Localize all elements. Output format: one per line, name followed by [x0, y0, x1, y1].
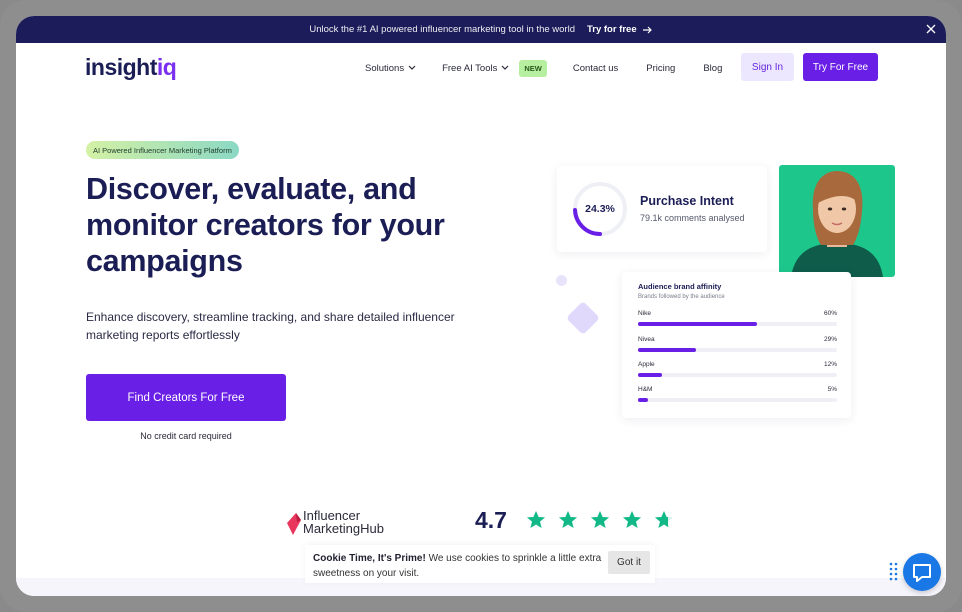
new-badge: NEW: [519, 59, 547, 77]
nav-item-label: Blog: [703, 62, 723, 74]
purchase-intent-ring: 24.3%: [571, 180, 629, 238]
browser-viewport: Unlock the #1 AI powered influencer mark…: [16, 16, 946, 596]
purchase-intent-title: Purchase Intent: [640, 194, 734, 208]
decorative-dot: [556, 275, 567, 286]
affinity-bar-fill: [638, 322, 758, 326]
star-icon: [559, 511, 577, 528]
brand-value: 60%: [823, 310, 837, 317]
star-icon: [591, 511, 609, 528]
star-icon: [623, 511, 641, 528]
brand-name: H&M: [638, 386, 653, 393]
announcement-bar: Unlock the #1 AI powered influencer mark…: [16, 16, 946, 43]
purchase-intent-subtitle: 79.1k comments analysed: [640, 213, 745, 223]
no-credit-card-note: No credit card required: [140, 431, 232, 441]
creator-photo: [779, 165, 895, 277]
star-icon: [527, 511, 545, 528]
logo-text-iq: iq: [156, 54, 177, 80]
nav-item-label: Contact us: [572, 62, 619, 74]
affinity-bar-fill: [638, 398, 648, 402]
brand-name: Nivea: [638, 336, 655, 343]
nav-item-pricing[interactable]: Pricing: [646, 63, 675, 74]
drag-handle-icon[interactable]: [889, 562, 899, 584]
chevron-down-icon: [408, 65, 416, 70]
sign-in-button[interactable]: Sign In: [741, 53, 794, 81]
decorative-diamond: [566, 301, 600, 335]
announcement-try-free-link[interactable]: Try for free: [587, 24, 653, 35]
platform-pill: AI Powered Influencer Marketing Platform: [86, 141, 239, 159]
brand-value: 5%: [827, 386, 837, 393]
nav-item-blog[interactable]: Blog: [703, 63, 722, 74]
brand-value: 12%: [823, 361, 837, 368]
arrow-right-icon: [642, 26, 652, 33]
find-creators-button[interactable]: Find Creators For Free: [86, 374, 286, 421]
close-icon[interactable]: [924, 22, 938, 36]
logo-text-insight: insight: [85, 54, 157, 80]
affinity-subtitle: Brands followed by the audience: [638, 294, 725, 300]
nav-item-label: Solutions: [365, 62, 405, 74]
purchase-intent-card: 24.3% Purchase Intent 79.1k comments ana…: [557, 166, 767, 252]
device-frame: Unlock the #1 AI powered influencer mark…: [0, 0, 962, 612]
nav-links: Solutions Free AI Tools NEW Contact us P…: [365, 43, 722, 93]
creator-portrait-icon: [791, 171, 883, 277]
imh-logo-icon: [287, 513, 301, 535]
imh-logo-line2: MarketingHub: [303, 521, 384, 536]
chat-widget-button[interactable]: [903, 553, 941, 591]
hero-subtext: Enhance discovery, streamline tracking, …: [86, 310, 455, 342]
affinity-bar-track: [638, 322, 837, 326]
affinity-row-hm: H&M 5%: [638, 386, 837, 406]
rating-score: 4.7: [475, 507, 507, 533]
brand-name: Nike: [638, 310, 652, 317]
affinity-title: Audience brand affinity: [638, 282, 722, 291]
influencer-marketinghub-logo: Influencer MarketingHub: [287, 508, 417, 538]
star-icon: [655, 511, 673, 528]
affinity-bar-fill: [638, 348, 696, 352]
cookie-text: Cookie Time, It's Prime! We use cookies …: [313, 551, 603, 581]
purchase-intent-percent: 24.3%: [585, 203, 615, 215]
cookie-banner: Cookie Time, It's Prime! We use cookies …: [305, 545, 655, 583]
chat-bubble-icon: [913, 564, 931, 582]
announcement-cta-label: Try for free: [586, 24, 637, 35]
rating-stars: [526, 510, 674, 530]
affinity-bar-fill: [638, 373, 662, 377]
affinity-row-apple: Apple 12%: [638, 361, 837, 381]
affinity-row-nike: Nike 60%: [638, 310, 837, 330]
affinity-bar-track: [638, 373, 837, 377]
main-nav: insightiq Solutions Free AI Tools NEW Co…: [16, 43, 946, 93]
nav-item-free-ai-tools[interactable]: Free AI Tools NEW: [442, 59, 547, 77]
brand-name: Apple: [638, 361, 655, 368]
try-for-free-button[interactable]: Try For Free: [803, 53, 878, 81]
nav-item-label: Free AI Tools: [442, 62, 498, 74]
brand-value: 29%: [823, 336, 837, 343]
nav-item-contact-us[interactable]: Contact us: [573, 63, 618, 74]
cookie-title: Cookie Time, It's Prime!: [313, 553, 426, 564]
nav-item-label: Pricing: [646, 62, 676, 74]
announcement-message: Unlock the #1 AI powered influencer mark…: [309, 24, 575, 35]
nav-item-solutions[interactable]: Solutions: [365, 63, 416, 74]
affinity-row-nivea: Nivea 29%: [638, 336, 837, 356]
cookie-got-it-button[interactable]: Got it: [608, 551, 650, 574]
brand-affinity-card: Audience brand affinity Brands followed …: [622, 272, 851, 418]
affinity-bar-track: [638, 398, 837, 402]
affinity-bar-track: [638, 348, 837, 352]
hero-headline: Discover, evaluate, and monitor creators…: [86, 172, 445, 278]
chevron-down-icon: [501, 65, 509, 70]
insightiq-logo[interactable]: insightiq: [85, 54, 177, 81]
